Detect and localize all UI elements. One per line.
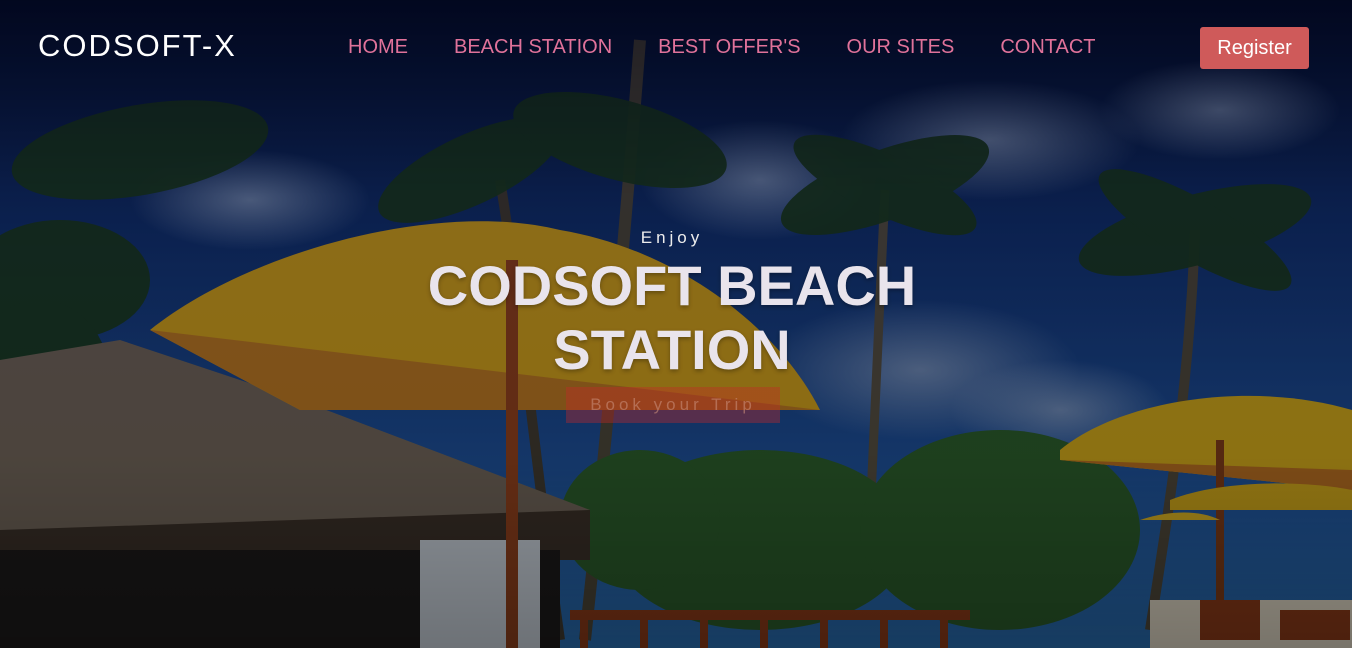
nav-contact[interactable]: CONTACT bbox=[1000, 36, 1095, 59]
hero-title-line1: CODSOFT BEACH bbox=[427, 254, 917, 317]
book-trip-button[interactable]: Book your Trip bbox=[566, 387, 780, 423]
hero-section: CODSOFT-X HOME BEACH STATION BEST OFFER'… bbox=[0, 0, 1352, 648]
nav-best-offers[interactable]: BEST OFFER'S bbox=[658, 36, 800, 59]
nav-home[interactable]: HOME bbox=[348, 36, 408, 59]
nav-beach-station[interactable]: BEACH STATION bbox=[454, 36, 612, 59]
site-logo[interactable]: CODSOFT-X bbox=[38, 28, 237, 64]
register-button[interactable]: Register bbox=[1200, 27, 1309, 69]
nav-our-sites[interactable]: OUR SITES bbox=[847, 36, 955, 59]
hero-kicker: Enjoy bbox=[640, 228, 704, 247]
hero-title-line2: STATION bbox=[553, 318, 791, 381]
hero-title: CODSOFT BEACH STATION bbox=[372, 254, 972, 382]
hero-text-block: Enjoy CODSOFT BEACH STATION bbox=[372, 228, 972, 382]
main-nav: HOME BEACH STATION BEST OFFER'S OUR SITE… bbox=[348, 36, 1096, 59]
